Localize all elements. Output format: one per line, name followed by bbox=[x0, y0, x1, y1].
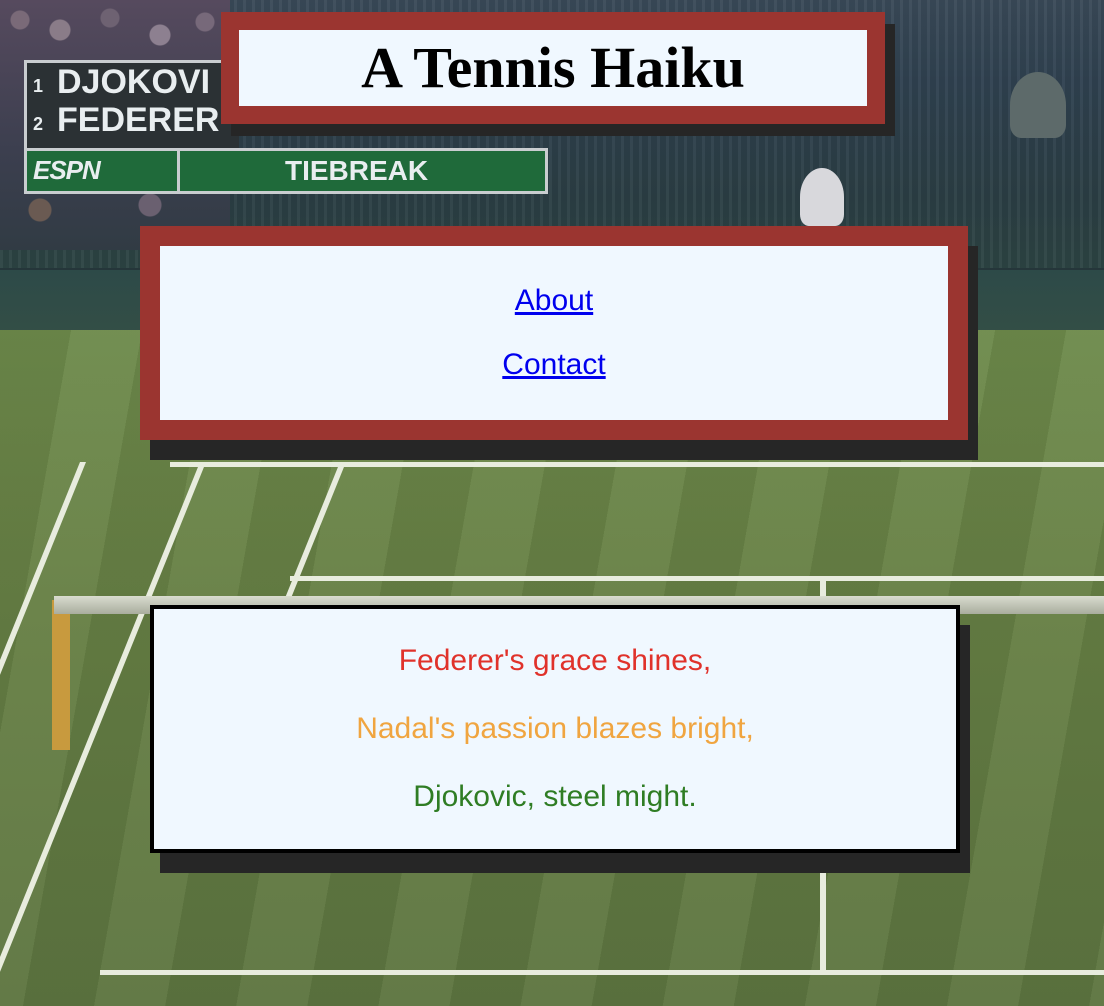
player-name: FEDERER bbox=[57, 101, 220, 139]
court-line bbox=[290, 576, 1104, 581]
net-post bbox=[52, 600, 70, 750]
haiku-line-1: Federer's grace shines, bbox=[398, 644, 712, 677]
divider bbox=[177, 151, 180, 191]
player-seed: 1 bbox=[33, 76, 44, 96]
navigation-panel: About Contact bbox=[140, 226, 968, 440]
tennis-court-background: 1 DJOKOVI 2 FEDERER ESPN TIEBREAK bbox=[0, 0, 1104, 1006]
nav-link-about[interactable]: About bbox=[515, 286, 593, 316]
page-title: A Tennis Haiku bbox=[361, 35, 745, 100]
title-banner: A Tennis Haiku bbox=[221, 12, 885, 124]
network-logo: ESPN bbox=[33, 155, 101, 185]
player-name: DJOKOVI bbox=[57, 63, 211, 101]
spectator bbox=[800, 168, 844, 226]
player-seed: 2 bbox=[33, 114, 44, 134]
haiku-line-2: Nadal's passion blazes bright, bbox=[356, 712, 754, 745]
nav-link-contact[interactable]: Contact bbox=[502, 350, 605, 380]
court-line bbox=[170, 462, 1104, 467]
court-line bbox=[100, 970, 1104, 975]
scoreboard: 1 DJOKOVI 2 FEDERER bbox=[24, 60, 239, 154]
score-row: 1 DJOKOVI bbox=[27, 63, 239, 101]
spectator bbox=[1010, 72, 1066, 138]
haiku-line-3: Djokovic, steel might. bbox=[413, 780, 697, 813]
score-row: 2 FEDERER bbox=[27, 101, 239, 139]
haiku-panel: Federer's grace shines, Nadal's passion … bbox=[150, 605, 960, 853]
tiebreak-bar: ESPN TIEBREAK bbox=[24, 148, 548, 194]
match-status: TIEBREAK bbox=[285, 155, 429, 186]
